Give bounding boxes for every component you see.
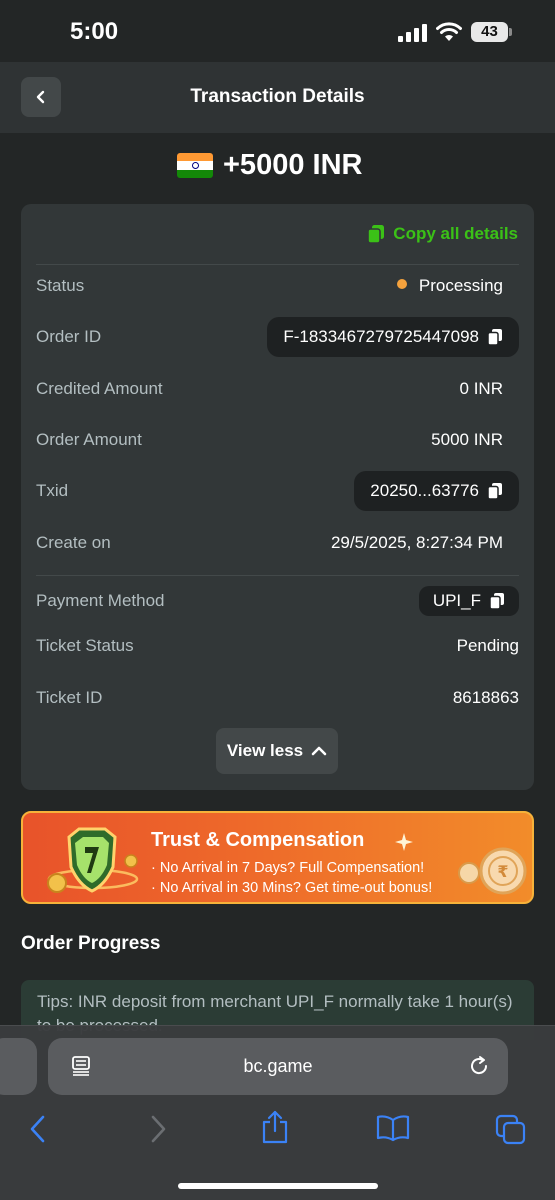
browser-toolbar: bc.game <box>0 1025 555 1200</box>
txid-value: 20250...63776 <box>370 481 479 500</box>
copy-all-label: Copy all details <box>393 224 518 243</box>
order-id-row: Order ID F-1833467279725447098 <box>36 317 519 357</box>
copy-icon <box>489 593 504 610</box>
banner-line-1: · No Arrival in 7 Days? Full Compensatio… <box>151 860 425 876</box>
status-value: Processing <box>396 276 503 296</box>
create-on-label: Create on <box>36 533 111 552</box>
amount-summary: +5000 INR <box>0 145 555 189</box>
view-less-label: View less <box>226 741 304 760</box>
status-time: 5:00 <box>70 18 119 45</box>
svg-text:₹: ₹ <box>497 862 508 881</box>
credited-amount-row: Credited Amount 0 INR <box>36 369 519 409</box>
payment-method-value: UPI_F <box>432 591 481 610</box>
cellular-signal-icon <box>398 24 427 42</box>
copy-all-details-button[interactable]: Copy all details <box>367 224 518 244</box>
status-row: Status Processing <box>36 266 519 306</box>
divider <box>36 575 519 576</box>
create-on-value: 29/5/2025, 8:27:34 PM <box>330 533 503 552</box>
battery-level: 43 <box>471 22 508 42</box>
previous-tab-preview[interactable] <box>0 1038 37 1095</box>
status-bar: 5:00 43 <box>0 0 555 62</box>
payment-method-row: Payment Method UPI_F <box>36 581 519 621</box>
order-amount-row: Order Amount 5000 INR <box>36 420 519 460</box>
shield-badge-icon <box>47 827 139 893</box>
share-icon[interactable] <box>260 1110 290 1144</box>
browser-forward-icon[interactable] <box>148 1114 168 1144</box>
browser-back-icon[interactable] <box>28 1114 48 1144</box>
payment-method-label: Payment Method <box>36 591 165 610</box>
coins-icon: ₹ <box>458 847 527 895</box>
header: Transaction Details <box>0 62 555 133</box>
wifi-icon <box>436 22 462 41</box>
credited-amount-value: 0 INR <box>459 379 503 398</box>
transaction-details-card: Copy all details Status Processing Order… <box>21 204 534 790</box>
order-id-value: F-1833467279725447098 <box>283 327 479 346</box>
banner-title: Trust & Compensation <box>151 829 365 851</box>
ticket-status-row: Ticket Status Pending <box>36 626 519 666</box>
copy-icon <box>487 483 502 500</box>
ticket-id-label: Ticket ID <box>36 688 103 707</box>
ticket-status-value: Pending <box>456 636 519 655</box>
copy-icon <box>487 329 502 346</box>
ticket-id-row: Ticket ID 8618863 <box>36 678 519 718</box>
view-less-button[interactable]: View less <box>216 728 338 774</box>
bookmarks-icon[interactable] <box>376 1114 410 1142</box>
reload-icon[interactable] <box>468 1055 490 1077</box>
ticket-id-value: 8618863 <box>452 688 519 707</box>
url-text: bc.game <box>243 1056 313 1076</box>
trust-compensation-banner[interactable]: Trust & Compensation · No Arrival in 7 D… <box>21 811 534 904</box>
txid-label: Txid <box>36 481 69 500</box>
divider <box>36 264 519 265</box>
order-amount-label: Order Amount <box>36 430 142 449</box>
india-flag-icon <box>177 153 213 178</box>
page-title: Transaction Details <box>190 86 365 107</box>
copy-icon <box>367 225 385 244</box>
status-label: Status <box>36 276 85 295</box>
order-amount-value: 5000 INR <box>431 430 503 449</box>
address-bar[interactable]: bc.game <box>48 1038 508 1095</box>
order-id-copy-pill[interactable]: F-1833467279725447098 <box>267 317 519 357</box>
txid-row: Txid 20250...63776 <box>36 471 519 511</box>
battery-icon: 43 <box>471 22 513 42</box>
sparkle-icon <box>395 833 413 851</box>
order-id-label: Order ID <box>36 327 102 346</box>
transaction-amount: +5000 INR <box>223 149 363 181</box>
status-dot <box>396 279 407 289</box>
chevron-up-icon <box>311 746 327 756</box>
tabs-icon[interactable] <box>495 1114 527 1146</box>
credited-amount-label: Credited Amount <box>36 379 163 398</box>
banner-line-2: · No Arrival in 30 Mins? Get time-out bo… <box>151 880 433 896</box>
home-indicator <box>178 1183 378 1189</box>
order-progress-title: Order Progress <box>21 933 161 954</box>
create-on-row: Create on 29/5/2025, 8:27:34 PM <box>36 523 519 563</box>
ticket-status-label: Ticket Status <box>36 636 134 655</box>
payment-method-copy-pill[interactable]: UPI_F <box>418 586 519 616</box>
txid-copy-pill[interactable]: 20250...63776 <box>354 471 519 511</box>
